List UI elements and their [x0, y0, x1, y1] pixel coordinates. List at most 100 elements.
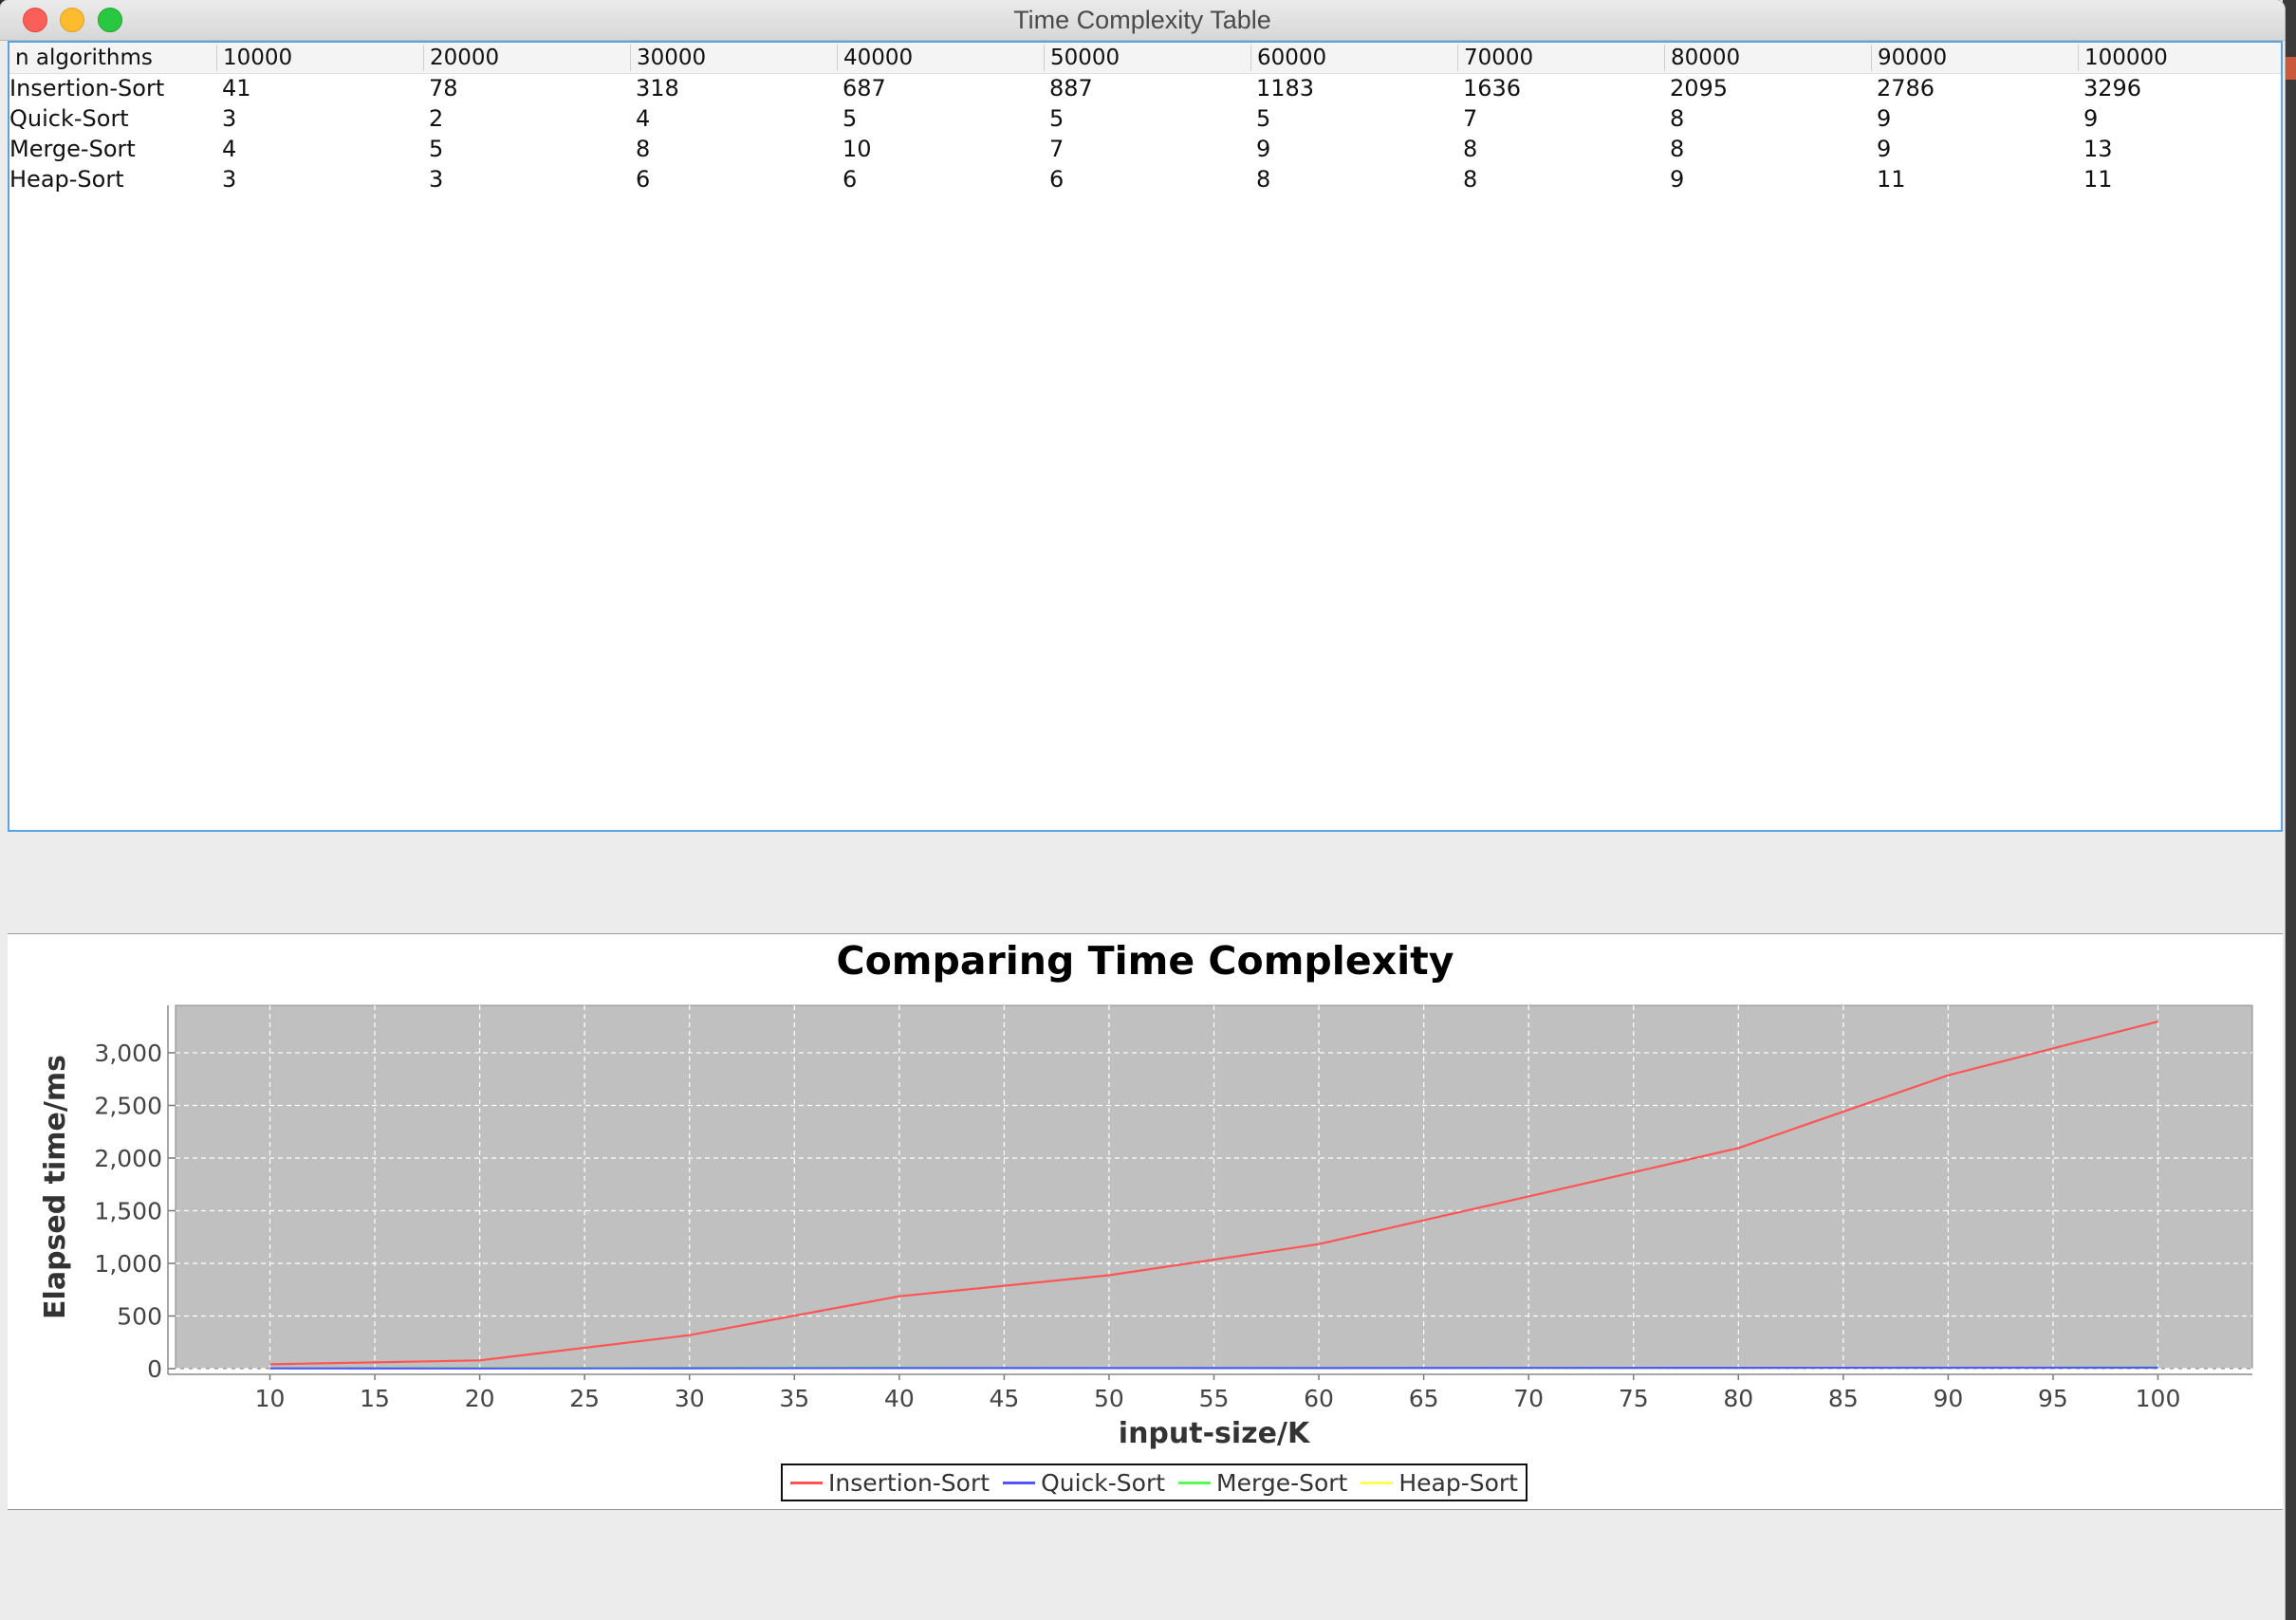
column-header-n[interactable]: 90000 [1871, 45, 2078, 71]
table-cell: 8 [1463, 136, 1478, 162]
column-header-n[interactable]: 40000 [837, 45, 1044, 71]
legend-item: Insertion-Sort [790, 1469, 990, 1497]
x-tick-label: 20 [465, 1385, 495, 1412]
table-cell: 5 [1256, 105, 1271, 132]
x-tick-label: 60 [1304, 1385, 1334, 1412]
table-cell: 2 [429, 105, 444, 132]
y-tick-label: 1,500 [94, 1197, 162, 1224]
table-cell: 78 [429, 75, 458, 101]
table-row[interactable]: Heap-Sort 3 3 6 6 6 8 8 9 11 11 [9, 164, 2281, 194]
x-tick-label: 10 [255, 1385, 286, 1412]
x-tick-label: 75 [1619, 1385, 1649, 1412]
window-title: Time Complexity Table [1013, 6, 1271, 34]
column-header-n[interactable]: 50000 [1044, 45, 1250, 71]
table-cell: 3296 [2083, 75, 2142, 101]
x-tick-label: 55 [1199, 1385, 1230, 1412]
x-tick-label: 90 [1933, 1385, 1963, 1412]
table-cell: 5 [1049, 105, 1065, 132]
chart-legend: Insertion-Sort Quick-Sort Merge-Sort Heap-S… [781, 1464, 1528, 1501]
row-label-algorithm: Heap-Sort [9, 166, 124, 193]
y-tick-label: 1,000 [94, 1250, 162, 1278]
legend-swatch [1361, 1481, 1394, 1484]
column-header-n[interactable]: 10000 [216, 45, 423, 71]
x-tick-label: 25 [569, 1385, 600, 1412]
column-header-n[interactable]: 30000 [630, 45, 837, 71]
table-cell: 9 [1877, 105, 1892, 132]
title-bar[interactable]: Time Complexity Table [0, 0, 2285, 41]
table-cell: 3 [222, 166, 237, 193]
table-cell: 3 [222, 105, 237, 132]
x-tick-label: 15 [360, 1385, 390, 1412]
table-cell: 10 [842, 136, 872, 162]
table-cell: 5 [429, 136, 444, 162]
table-row[interactable]: Insertion-Sort 41 78 318 687 887 1183 1636 2095 2… [9, 73, 2281, 103]
legend-label: Quick-Sort [1041, 1468, 1166, 1497]
table-cell: 687 [842, 75, 886, 101]
table-cell: 11 [1877, 166, 1906, 193]
table-cell: 7 [1049, 136, 1065, 162]
row-label-algorithm: Merge-Sort [9, 136, 136, 162]
table-cell: 887 [1049, 75, 1093, 101]
column-header-n[interactable]: 100000 [2078, 45, 2285, 71]
y-tick-label: 500 [117, 1302, 162, 1330]
y-tick-label: 2,500 [94, 1092, 162, 1119]
y-tick-label: 0 [147, 1355, 162, 1383]
x-tick-label: 85 [1828, 1385, 1859, 1412]
x-tick-label: 30 [675, 1385, 705, 1412]
desktop-background-right [2283, 0, 2296, 1620]
x-tick-label: 100 [2136, 1385, 2181, 1412]
table-cell: 9 [2083, 105, 2099, 132]
x-tick-label: 70 [1513, 1385, 1544, 1412]
table-cell: 6 [636, 166, 651, 193]
legend-item: Merge-Sort [1178, 1469, 1347, 1497]
legend-swatch [1178, 1481, 1212, 1484]
legend-label: Insertion-Sort [828, 1468, 991, 1497]
time-complexity-table[interactable]: n algorithms 10000 20000 30000 40000 50000 600… [8, 41, 2283, 832]
table-cell: 9 [1877, 136, 1892, 162]
table-row[interactable]: Merge-Sort 4 5 8 10 7 9 8 8 9 13 [9, 134, 2281, 164]
table-cell: 8 [1670, 105, 1685, 132]
column-header-n[interactable]: 60000 [1250, 45, 1457, 71]
table-cell: 9 [1256, 136, 1271, 162]
table-cell: 318 [636, 75, 679, 101]
table-cell: 41 [222, 75, 251, 101]
chart-title: Comparing Time Complexity [837, 938, 1454, 984]
y-axis-label: Elapsed time/ms [39, 1055, 72, 1319]
table-cell: 1636 [1463, 75, 1522, 101]
x-axis-label: input-size/K [1119, 1417, 1311, 1450]
desktop-window-edge [2283, 57, 2296, 80]
table-cell: 3 [429, 166, 444, 193]
row-label-algorithm: Quick-Sort [9, 105, 129, 132]
legend-swatch [1003, 1481, 1036, 1484]
table-cell: 2786 [1877, 75, 1935, 101]
legend-label: Heap-Sort [1398, 1468, 1518, 1497]
x-tick-label: 80 [1723, 1385, 1753, 1412]
x-tick-label: 40 [884, 1385, 915, 1412]
legend-swatch [790, 1481, 823, 1484]
table-cell: 11 [2083, 166, 2113, 193]
column-header-n[interactable]: 20000 [423, 45, 630, 71]
legend-item: Quick-Sort [1003, 1469, 1165, 1497]
x-tick-label: 50 [1094, 1385, 1124, 1412]
table-cell: 2095 [1670, 75, 1729, 101]
column-header-n[interactable]: 70000 [1457, 45, 1664, 71]
table-cell: 5 [842, 105, 858, 132]
y-tick-label: 2,000 [94, 1145, 162, 1172]
table-row[interactable]: Quick-Sort 3 2 4 5 5 5 7 8 9 9 [9, 103, 2281, 134]
table-cell: 8 [1463, 166, 1478, 193]
table-cell: 4 [222, 136, 237, 162]
table-cell: 4 [636, 105, 651, 132]
x-tick-label: 65 [1409, 1385, 1439, 1412]
column-header-algorithms[interactable]: n algorithms [9, 45, 216, 71]
app-window: Time Complexity Table n algorithms 10000 2… [0, 0, 2285, 1620]
column-header-n[interactable]: 80000 [1664, 45, 1871, 71]
table-cell: 8 [1670, 136, 1685, 162]
x-tick-label: 35 [779, 1385, 809, 1412]
table-cell: 1183 [1256, 75, 1315, 101]
time-complexity-chart: Comparing Time Complexity 0 500 1,000 1,500 2… [8, 933, 2283, 1510]
legend-item: Heap-Sort [1361, 1469, 1518, 1497]
table-cell: 9 [1670, 166, 1685, 193]
table-cell: 13 [2083, 136, 2113, 162]
chart-canvas: Comparing Time Complexity 0 500 1,000 1,500 2… [39, 938, 2253, 1450]
table-cell: 8 [636, 136, 651, 162]
